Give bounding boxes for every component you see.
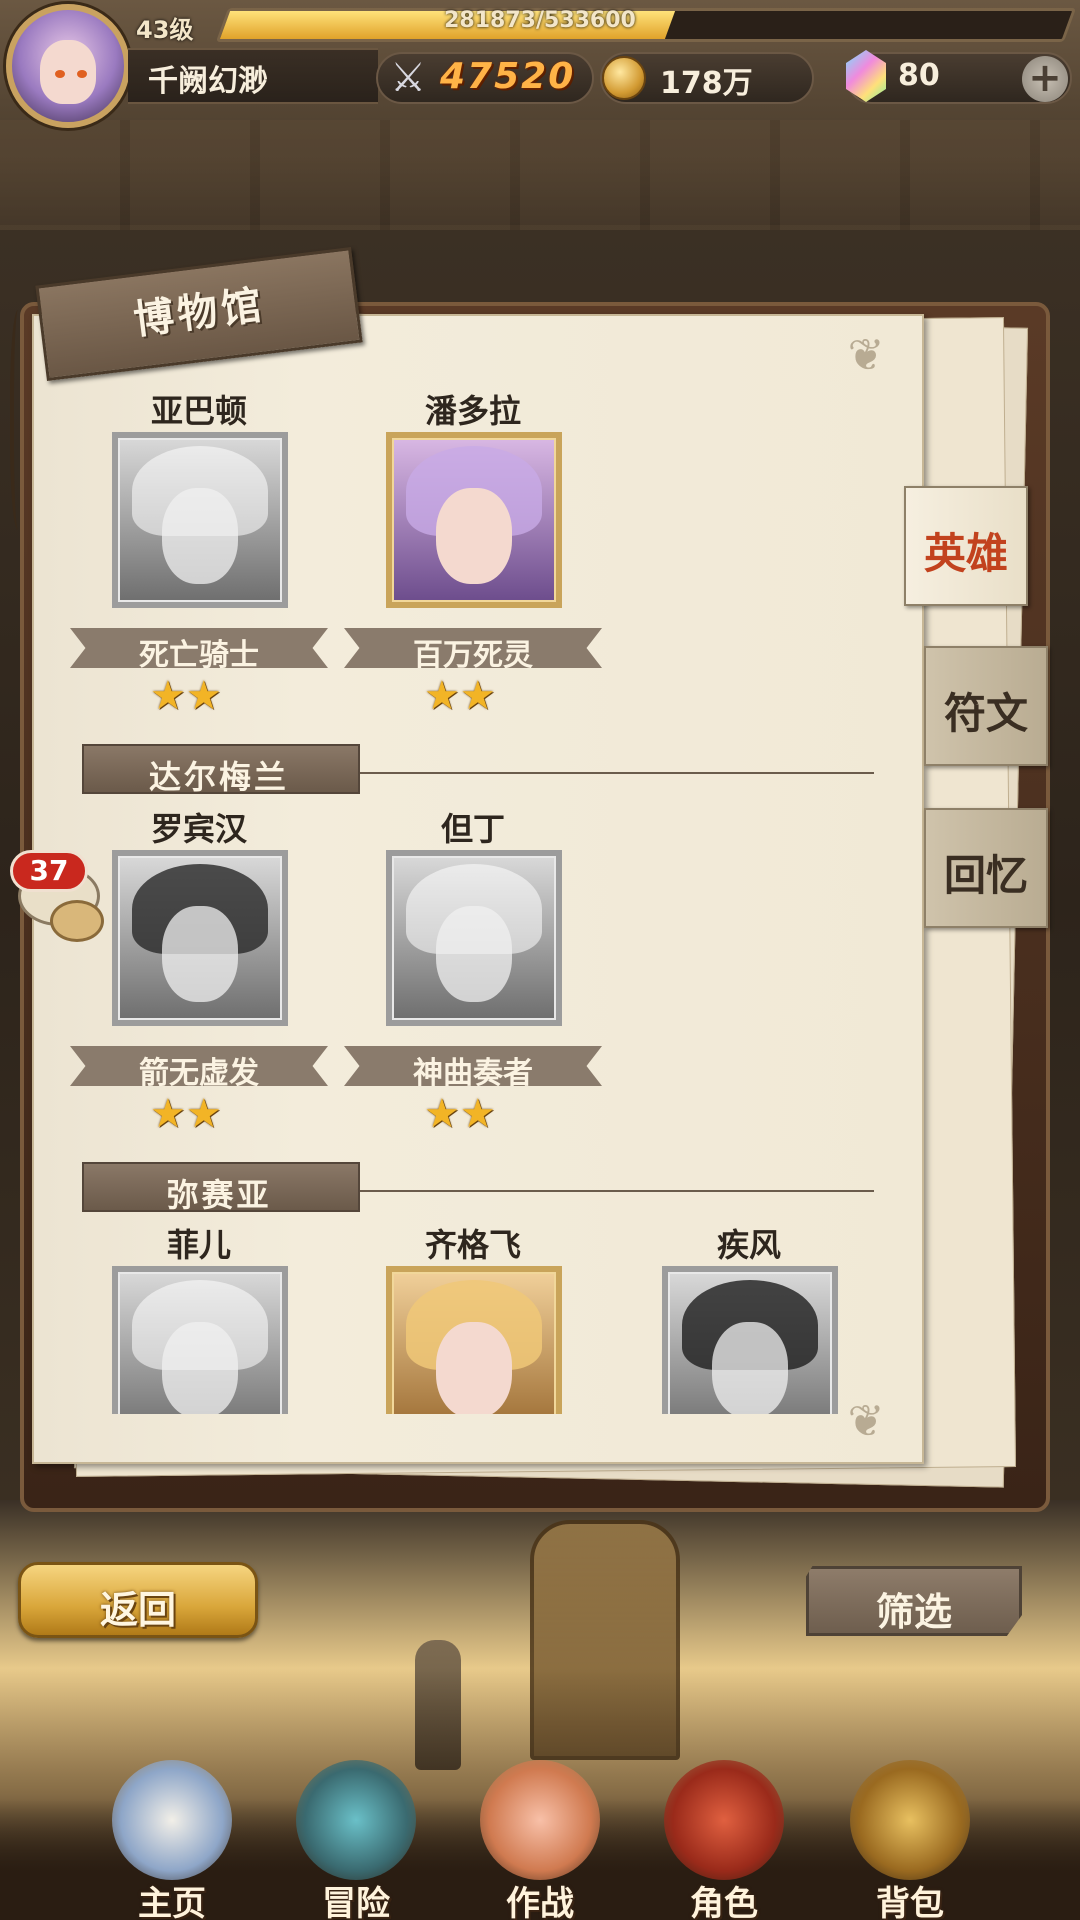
hero-portrait xyxy=(662,1266,838,1414)
tab-memories[interactable]: 回忆 xyxy=(924,808,1048,928)
corner-ornament-icon: ❦ xyxy=(847,330,885,381)
hero-name: 亚巴顿 xyxy=(150,392,247,430)
tab-heroes[interactable]: 英雄 xyxy=(904,486,1028,606)
section-title: 弥赛亚 xyxy=(166,1176,272,1214)
exp-text: 281873/533600 xyxy=(444,8,636,33)
hero-title: 箭无虚发 xyxy=(139,1056,259,1091)
tag-string xyxy=(10,310,30,530)
nav-bag[interactable]: 背包 xyxy=(830,1760,990,1920)
hero-name: 菲儿 xyxy=(166,1226,231,1264)
portal-icon xyxy=(296,1760,416,1880)
hero-card[interactable]: 亚巴顿 死亡骑士 ★★ xyxy=(70,386,328,718)
hero-row-clip: 菲儿 齐格飞 疾风 xyxy=(32,1212,924,1414)
section-divider xyxy=(360,772,874,774)
hero-name: 齐格飞 xyxy=(424,1226,521,1264)
hero-portrait xyxy=(112,850,288,1026)
nav-battle[interactable]: 作战 xyxy=(460,1760,620,1920)
hero-portrait xyxy=(386,1266,562,1414)
hero-card[interactable]: 罗宾汉 箭无虚发 ★★ xyxy=(70,804,328,1136)
nav-adventure[interactable]: 冒险 xyxy=(276,1760,436,1920)
star-rating: ★★ xyxy=(150,1091,222,1137)
hero-name: 罗宾汉 xyxy=(150,810,247,848)
filter-button[interactable]: 筛选 xyxy=(806,1566,1022,1636)
hero-title-banner: 神曲奏者 xyxy=(344,1046,602,1086)
hero-name: 潘多拉 xyxy=(424,392,521,430)
section-banner: 弥赛亚 xyxy=(82,1162,360,1214)
hero-portrait xyxy=(386,850,562,1026)
tab-runes[interactable]: 符文 xyxy=(924,646,1048,766)
nav-character[interactable]: 角色 xyxy=(644,1760,804,1920)
gem-value: 80 xyxy=(898,58,940,93)
nav-label: 主页 xyxy=(138,1884,206,1920)
hero-portrait xyxy=(386,432,562,608)
chat-icon-secondary xyxy=(50,900,104,942)
filter-button-label: 筛选 xyxy=(875,1590,952,1634)
tab-label: 回忆 xyxy=(943,851,1028,900)
tab-label: 符文 xyxy=(943,689,1028,738)
section-banner: 达尔梅兰 xyxy=(82,744,360,796)
nav-home[interactable]: 主页 xyxy=(92,1760,252,1920)
nav-label: 背包 xyxy=(876,1884,944,1920)
hero-card[interactable]: 齐格飞 xyxy=(348,1220,598,1414)
coin-icon xyxy=(602,56,646,100)
backpack-icon xyxy=(850,1760,970,1880)
tab-label: 英雄 xyxy=(923,529,1008,578)
chat-unread-badge: 37 xyxy=(10,850,88,892)
hero-portrait xyxy=(112,1266,288,1414)
book-icon xyxy=(664,1760,784,1880)
back-button[interactable]: 返回 xyxy=(18,1562,258,1638)
hero-name: 疾风 xyxy=(716,1226,781,1264)
nav-label: 冒险 xyxy=(322,1884,390,1920)
section-title: 达尔梅兰 xyxy=(148,758,289,796)
player-name: 千阙幻渺 xyxy=(148,64,268,99)
star-rating: ★★ xyxy=(150,673,222,719)
sword-icon: ⚔ xyxy=(390,55,426,101)
nav-label: 作战 xyxy=(506,1884,574,1920)
gold-value: 178万 xyxy=(660,66,753,101)
hero-title: 死亡骑士 xyxy=(139,638,259,673)
hero-card[interactable]: 潘多拉 百万死灵 ★★ xyxy=(344,386,602,718)
hero-card[interactable]: 但丁 神曲奏者 ★★ xyxy=(344,804,602,1136)
castle-icon xyxy=(112,1760,232,1880)
hero-title-banner: 箭无虚发 xyxy=(70,1046,328,1086)
hero-card[interactable]: 菲儿 xyxy=(74,1220,324,1414)
power-value: 47520 xyxy=(440,56,576,97)
hero-title-banner: 百万死灵 xyxy=(344,628,602,668)
hero-card[interactable]: 疾风 xyxy=(624,1220,874,1414)
hero-name: 但丁 xyxy=(440,810,505,848)
add-gems-button[interactable]: + xyxy=(1022,56,1068,102)
star-rating: ★★ xyxy=(424,1091,496,1137)
nav-label: 角色 xyxy=(690,1884,758,1920)
back-button-label: 返回 xyxy=(99,1588,176,1632)
star-rating: ★★ xyxy=(424,673,496,719)
section-divider xyxy=(360,1190,874,1192)
hero-title: 神曲奏者 xyxy=(413,1056,533,1091)
warrior-icon xyxy=(480,1760,600,1880)
hero-portrait xyxy=(112,432,288,608)
hero-title: 百万死灵 xyxy=(413,638,533,673)
hero-title-banner: 死亡骑士 xyxy=(70,628,328,668)
